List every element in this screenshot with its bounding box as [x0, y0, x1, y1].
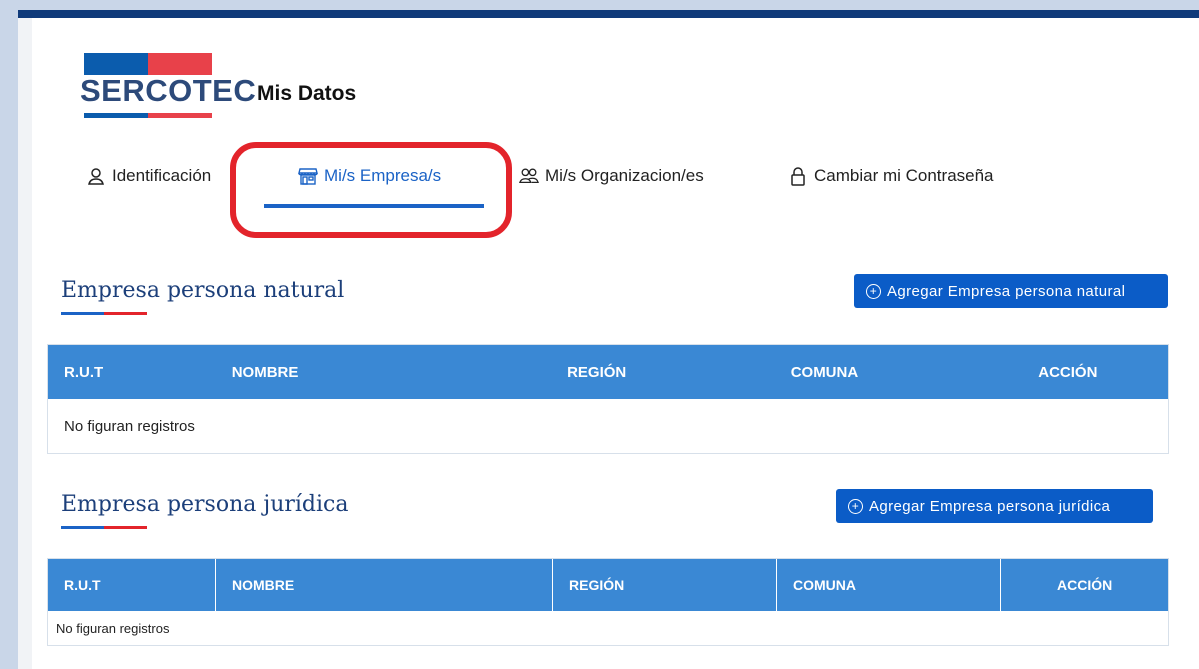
juridica-table: R.U.T NOMBRE REGIÓN COMUNA ACCIÓN No fig…	[47, 558, 1169, 646]
col-region: REGIÓN	[567, 363, 627, 381]
button-label: Agregar Empresa persona natural	[887, 282, 1126, 300]
col-nombre: NOMBRE	[216, 559, 553, 611]
empty-row: No figuran registros	[56, 620, 170, 636]
col-accion: ACCIÓN	[1038, 363, 1098, 381]
col-region: REGIÓN	[553, 559, 777, 611]
add-natural-button[interactable]: + Agregar Empresa persona natural	[854, 274, 1168, 308]
add-juridica-button[interactable]: + Agregar Empresa persona jurídica	[836, 489, 1153, 523]
left-gutter	[18, 18, 32, 669]
tab-cambiar-contrasena[interactable]: Cambiar mi Contraseña	[788, 166, 994, 186]
page-title: Mis Datos	[257, 82, 357, 105]
lock-icon	[791, 167, 805, 186]
user-icon	[88, 168, 104, 185]
tab-bar: Identificación Mi/s Empresa/s Mi/s Organ…	[18, 166, 1199, 216]
logo-bar-blue	[84, 53, 148, 75]
section-title-juridica: Empresa persona jurídica	[61, 492, 349, 517]
table-header: R.U.T NOMBRE REGIÓN COMUNA ACCIÓN	[48, 559, 1168, 611]
button-label: Agregar Empresa persona jurídica	[869, 497, 1111, 515]
col-rut: R.U.T	[48, 559, 216, 611]
logo-underline-red	[148, 113, 212, 118]
tab-highlight-annotation	[230, 142, 512, 238]
plus-circle-icon: +	[848, 498, 863, 514]
users-icon	[519, 168, 539, 183]
tab-label: Cambiar mi Contraseña	[814, 166, 994, 185]
col-accion: ACCIÓN	[1057, 577, 1113, 593]
empty-row: No figuran registros	[64, 417, 195, 435]
section-title-underline	[61, 312, 147, 315]
logo-bar-red	[148, 53, 212, 75]
logo-text: SERCOTEC	[80, 73, 257, 108]
natural-table: R.U.T NOMBRE REGIÓN COMUNA ACCIÓN No fig…	[47, 344, 1169, 454]
tab-identificacion[interactable]: Identificación	[86, 166, 211, 186]
sercotec-logo[interactable]: SERCOTEC	[80, 53, 256, 123]
col-rut: R.U.T	[64, 363, 104, 381]
tab-label: Identificación	[112, 166, 212, 185]
table-header: R.U.T NOMBRE REGIÓN COMUNA ACCIÓN	[48, 345, 1168, 399]
plus-circle-icon: +	[866, 283, 881, 299]
page-frame: SERCOTEC Mis Datos Identificación Mi/s E…	[18, 10, 1199, 669]
tab-label: Mi/s Organizacion/es	[545, 166, 704, 185]
tab-mis-organizaciones[interactable]: Mi/s Organizacion/es	[519, 166, 704, 186]
logo-underline-blue	[84, 113, 148, 118]
section-title-underline	[61, 526, 147, 529]
section-title-natural: Empresa persona natural	[61, 278, 345, 303]
col-nombre: NOMBRE	[231, 363, 299, 381]
col-comuna: COMUNA	[790, 363, 859, 381]
col-comuna: COMUNA	[777, 559, 1001, 611]
